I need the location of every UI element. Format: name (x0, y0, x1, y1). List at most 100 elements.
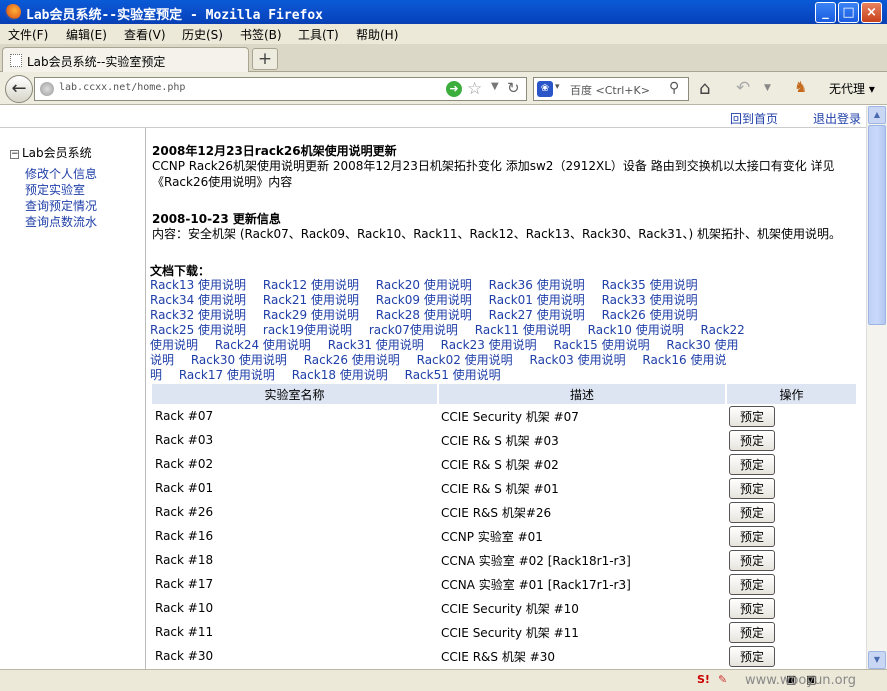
doc-link[interactable]: Rack15 使用说明 (554, 338, 650, 352)
doc-link[interactable]: rack19使用说明 (263, 323, 352, 337)
addon-s-icon[interactable]: S! (697, 673, 710, 686)
menu-bookmarks[interactable]: 书签(B) (240, 26, 282, 43)
doc-link[interactable]: Rack26 使用说明 (304, 353, 400, 367)
book-button[interactable]: 预定 (729, 429, 775, 451)
scroll-up-button[interactable]: ▲ (868, 106, 886, 124)
sidebar-item-bookings[interactable]: 查询预定情况 (25, 197, 97, 214)
scroll-thumb[interactable] (868, 125, 886, 325)
menu-tools[interactable]: 工具(T) (298, 26, 339, 43)
lab-name: Rack #03 (155, 433, 214, 447)
home-icon[interactable]: ⌂ (699, 78, 710, 99)
doc-link[interactable]: Rack13 使用说明 (150, 278, 246, 292)
sidebar-item-points[interactable]: 查询点数流水 (25, 213, 97, 230)
doc-link[interactable]: Rack03 使用说明 (530, 353, 626, 367)
menu-view[interactable]: 查看(V) (124, 26, 166, 43)
doc-link[interactable]: Rack23 使用说明 (441, 338, 537, 352)
doc-link[interactable]: Rack17 使用说明 (179, 368, 275, 382)
doc-link[interactable]: Rack30 使用说明 (191, 353, 287, 367)
proxy-fox-icon[interactable]: ♞ (794, 78, 807, 96)
undo-dropdown-icon[interactable]: ▼ (764, 83, 771, 93)
book-button[interactable]: 预定 (729, 477, 775, 499)
main-panel: 2008年12月23日rack26机架使用说明更新 CCNP Rack26机架使… (150, 128, 860, 669)
home-link[interactable]: 回到首页 (730, 110, 778, 127)
sidebar-root[interactable]: − Lab会员系统 (10, 144, 92, 161)
search-magnifier-icon[interactable]: ⚲ (669, 80, 679, 96)
doc-link[interactable]: Rack12 使用说明 (263, 278, 359, 292)
book-button[interactable]: 预定 (729, 597, 775, 619)
scroll-down-button[interactable]: ▼ (868, 651, 886, 669)
book-button[interactable]: 预定 (729, 621, 775, 643)
menu-help[interactable]: 帮助(H) (356, 26, 398, 43)
doc-link[interactable]: Rack28 使用说明 (376, 308, 472, 322)
close-button[interactable]: × (861, 2, 882, 23)
doc-link[interactable]: rack07使用说明 (369, 323, 458, 337)
doc-link[interactable]: Rack18 使用说明 (292, 368, 388, 382)
reload-icon[interactable]: ↻ (507, 79, 520, 97)
table-row: Rack #11 CCIE Security 机架 #11 预定 (152, 620, 857, 644)
sidebar-item-profile[interactable]: 修改个人信息 (25, 165, 97, 182)
minimize-button[interactable]: _ (815, 2, 836, 23)
doc-link[interactable]: Rack35 使用说明 (602, 278, 698, 292)
lab-name: Rack #16 (155, 529, 214, 543)
book-button[interactable]: 预定 (729, 525, 775, 547)
book-button[interactable]: 预定 (729, 405, 775, 427)
doc-link[interactable]: Rack25 使用说明 (150, 323, 246, 337)
doc-link[interactable]: Rack34 使用说明 (150, 293, 246, 307)
action-cell: 预定 (726, 428, 857, 452)
doc-link[interactable]: Rack29 使用说明 (263, 308, 359, 322)
proxy-selector[interactable]: 无代理 ▾ (829, 80, 875, 97)
table-row: Rack #03 CCIE R& S 机架 #03 预定 (152, 428, 857, 452)
tab-bar: Lab会员系统--实验室预定 + (0, 44, 887, 72)
baidu-paw-icon[interactable]: ❀ (537, 81, 553, 97)
new-tab-button[interactable]: + (252, 48, 278, 70)
book-button[interactable]: 预定 (729, 501, 775, 523)
search-bar[interactable]: ❀ ▾ 百度 <Ctrl+K> ⚲ (533, 77, 689, 101)
vertical-scrollbar[interactable]: ▲ ▼ (866, 106, 887, 669)
menu-file[interactable]: 文件(F) (8, 26, 48, 43)
doc-link[interactable]: Rack01 使用说明 (489, 293, 585, 307)
address-bar[interactable]: lab.ccxx.net/home.php ➜ ☆ ▼ ↻ (34, 77, 527, 101)
lab-name: Rack #07 (155, 409, 214, 423)
doc-link[interactable]: Rack36 使用说明 (489, 278, 585, 292)
doc-link[interactable]: Rack33 使用说明 (602, 293, 698, 307)
menu-edit[interactable]: 编辑(E) (66, 26, 107, 43)
book-button[interactable]: 预定 (729, 645, 775, 667)
maximize-button[interactable]: □ (838, 2, 859, 23)
go-arrow-icon[interactable]: ➜ (446, 81, 462, 97)
collapse-icon[interactable]: − (10, 150, 19, 159)
book-button[interactable]: 预定 (729, 573, 775, 595)
page-content: 回到首页 退出登录 − Lab会员系统 修改个人信息 预定实验室 查询预定情况 查… (0, 106, 866, 669)
doc-link[interactable]: Rack10 使用说明 (588, 323, 684, 337)
doc-link[interactable]: Rack20 使用说明 (376, 278, 472, 292)
menu-history[interactable]: 历史(S) (182, 26, 223, 43)
engine-dropdown-icon[interactable]: ▾ (555, 82, 560, 92)
book-button[interactable]: 预定 (729, 453, 775, 475)
addon-pen-icon[interactable]: ✎ (718, 673, 727, 686)
doc-link[interactable]: Rack09 使用说明 (376, 293, 472, 307)
doc-link[interactable]: Rack31 使用说明 (328, 338, 424, 352)
history-dropdown-icon[interactable]: ▼ (491, 81, 499, 92)
doc-link[interactable]: Rack02 使用说明 (417, 353, 513, 367)
doc-link[interactable]: Rack27 使用说明 (489, 308, 585, 322)
tab-lab-system[interactable]: Lab会员系统--实验室预定 (2, 47, 249, 72)
title-bar[interactable]: Lab会员系统--实验室预定 - Mozilla Firefox _ □ × (0, 0, 887, 24)
firefox-window: Lab会员系统--实验室预定 - Mozilla Firefox _ □ × 文… (0, 0, 887, 691)
doc-link[interactable]: Rack51 使用说明 (405, 368, 501, 382)
doc-link[interactable]: Rack24 使用说明 (215, 338, 311, 352)
back-button[interactable]: ← (5, 75, 33, 103)
book-button[interactable]: 预定 (729, 549, 775, 571)
tab-label: Lab会员系统--实验室预定 (27, 55, 166, 69)
undo-close-tab-icon[interactable]: ↶ (736, 78, 750, 98)
lab-description: CCNP 实验室 #01 (441, 529, 543, 544)
bookmark-star-icon[interactable]: ☆ (467, 79, 482, 99)
doc-link[interactable]: Rack21 使用说明 (263, 293, 359, 307)
sidebar-item-book-lab[interactable]: 预定实验室 (25, 181, 85, 198)
doc-link[interactable]: Rack11 使用说明 (475, 323, 571, 337)
lab-description: CCNA 实验室 #02 [Rack18r1-r3] (441, 553, 631, 568)
action-cell: 预定 (726, 524, 857, 548)
lab-name: Rack #01 (155, 481, 214, 495)
lab-name: Rack #17 (155, 577, 214, 591)
logout-link[interactable]: 退出登录 (813, 110, 861, 127)
doc-link[interactable]: Rack26 使用说明 (602, 308, 698, 322)
doc-link[interactable]: Rack32 使用说明 (150, 308, 246, 322)
